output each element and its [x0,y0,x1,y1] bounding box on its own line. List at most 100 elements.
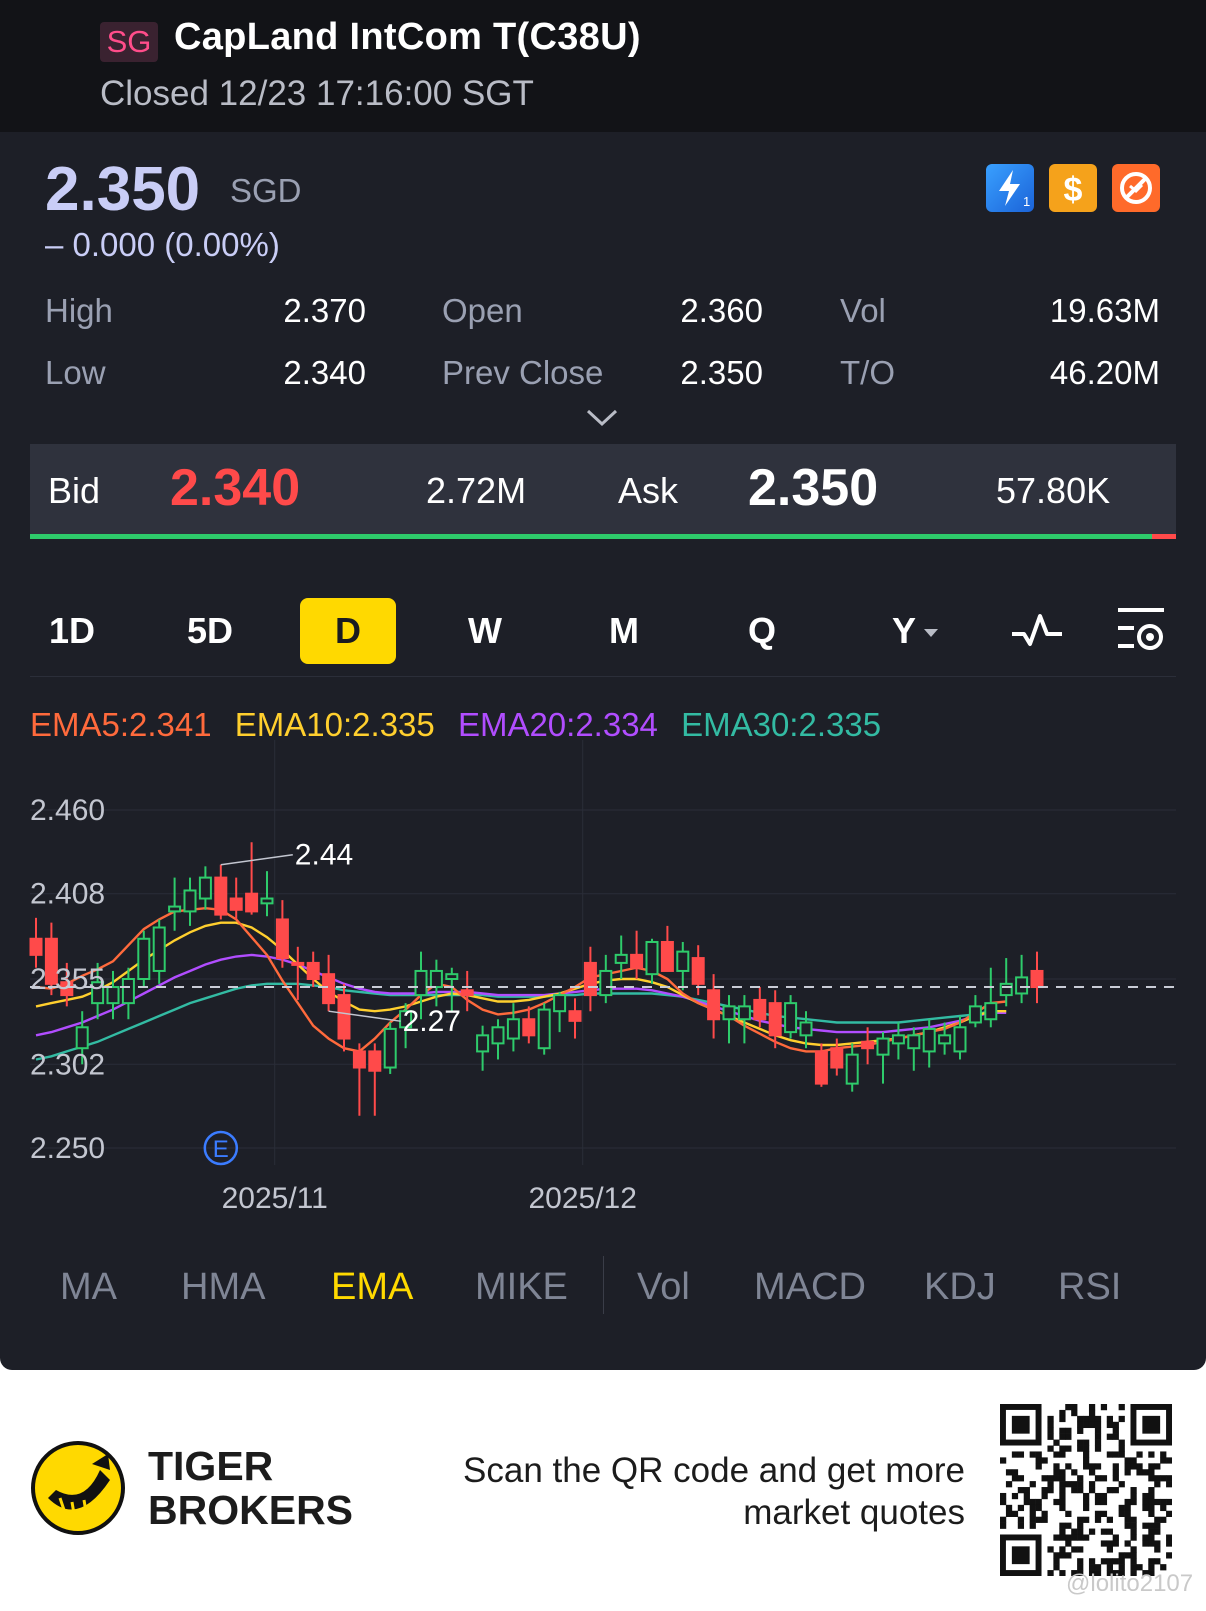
qr-module [1011,1469,1019,1476]
qr-finder [1011,1415,1030,1434]
period-1d[interactable]: 1D [32,598,112,664]
qr-module [1005,1469,1013,1476]
qr-module [1136,1463,1143,1470]
qr-module [1065,1445,1072,1452]
qr-module [1059,1415,1066,1423]
qr-module [1118,1552,1125,1559]
x-tick-label: 2025/12 [528,1182,636,1215]
indicator-tab-macd[interactable]: MACD [754,1266,866,1309]
qr-module [1106,1451,1113,1458]
qr-module [1154,1522,1161,1529]
period-y[interactable]: Y [876,598,956,664]
qr-module [1083,1445,1090,1452]
qr-module [1130,1492,1137,1500]
no-short-icon[interactable] [1112,164,1160,212]
lightning-icon[interactable]: 1 [986,164,1034,212]
qr-module [1112,1463,1119,1470]
qr-module [1088,1421,1096,1429]
qr-module [1154,1516,1161,1523]
earnings-marker-label: E [213,1136,229,1163]
market-status: Closed 12/23 17:16:00 SGT [100,74,534,113]
qr-module [1118,1439,1125,1446]
qr-module [1029,1504,1036,1512]
qr-module [1083,1504,1090,1512]
stat-value-turnover: 46.20M [1049,354,1160,391]
qr-module [1160,1475,1167,1482]
market-tag: SG [100,22,158,62]
qr-module [1154,1481,1161,1488]
indicator-tab-ma[interactable]: MA [60,1266,117,1309]
qr-module [1077,1481,1084,1488]
qr-module [1047,1421,1054,1429]
period-5d[interactable]: 5D [170,598,250,664]
qr-module [1071,1528,1078,1535]
qr-module [1029,1522,1036,1529]
qr-module [1148,1510,1155,1517]
qr-module [1130,1552,1137,1559]
scan-line-2: market quotes [743,1493,965,1532]
stat-label-prev-close: Prev Close [442,354,604,391]
indicator-tab-ema[interactable]: EMA [331,1266,413,1309]
qr-module [1166,1457,1172,1464]
qr-module [1100,1558,1108,1565]
brand-line-1: TIGER [148,1443,274,1489]
period-m[interactable]: M [584,598,664,664]
indicator-tab-rsi[interactable]: RSI [1058,1266,1121,1309]
qr-module [1160,1451,1167,1458]
qr-module [1077,1522,1084,1529]
qr-module [1011,1492,1019,1500]
candle-body [968,1005,982,1024]
bid-size: 2.72M [426,470,527,511]
qr-module [1059,1433,1066,1440]
qr-module [1035,1463,1042,1470]
qr-module [1124,1463,1131,1470]
qr-module [1059,1487,1066,1494]
qr-module [1142,1469,1149,1476]
candle-up [152,919,166,984]
candle-body [183,889,197,913]
qr-module [1065,1510,1072,1517]
indicator-tab-mike[interactable]: MIKE [475,1266,568,1309]
candle-body [660,940,674,972]
candle-up [168,877,182,931]
chart-settings-icon[interactable] [1114,604,1168,659]
indicator-tab-kdj[interactable]: KDJ [924,1266,996,1309]
period-q[interactable]: Q [722,598,802,664]
qr-module [1029,1451,1036,1458]
dollar-icon[interactable]: $ [1049,164,1097,212]
indicator-tab-hma[interactable]: HMA [181,1266,265,1309]
qr-module [1083,1421,1090,1429]
qr-module [1071,1534,1078,1541]
candle-body [1030,969,1044,989]
qr-module [1100,1404,1108,1411]
qr-module [1083,1415,1090,1423]
qr-module [1094,1421,1102,1429]
qr-module [1000,1492,1007,1500]
chevron-down-icon[interactable] [585,408,619,433]
candlestick-chart[interactable]: 2.460 2.408 2.355 2.302 2.250 2025/11 2025/12 2… [0,700,1206,1220]
qr-module [1130,1546,1137,1553]
top-bar: SG CapLand IntCom T(C38U) Closed 12/23 1… [0,0,1206,132]
chart-line-icon[interactable] [1010,610,1064,655]
qr-module [1106,1528,1113,1535]
qr-module [1142,1534,1149,1541]
stock-title: CapLand IntCom T(C38U) [174,16,641,58]
qr-module [1166,1540,1172,1547]
candle-up [722,995,736,1044]
x-tick-label: 2025/11 [222,1182,328,1215]
ema5-line [35,906,1007,1053]
period-w[interactable]: W [445,598,525,664]
qr-module [1142,1492,1149,1500]
price-change: – 0.000 (0.00%) [45,226,280,263]
qr-module [1148,1469,1155,1476]
period-y-label: Y [891,610,916,651]
candle-down [522,1006,536,1044]
qr-module [1000,1516,1007,1523]
period-d[interactable]: D [300,598,396,664]
brand-line-2: BROKERS [148,1487,354,1533]
indicator-tab-vol[interactable]: Vol [637,1266,690,1309]
candle-up [984,967,998,1028]
qr-module [1000,1522,1007,1529]
candle-body [291,961,305,966]
qr-module [1053,1564,1060,1571]
